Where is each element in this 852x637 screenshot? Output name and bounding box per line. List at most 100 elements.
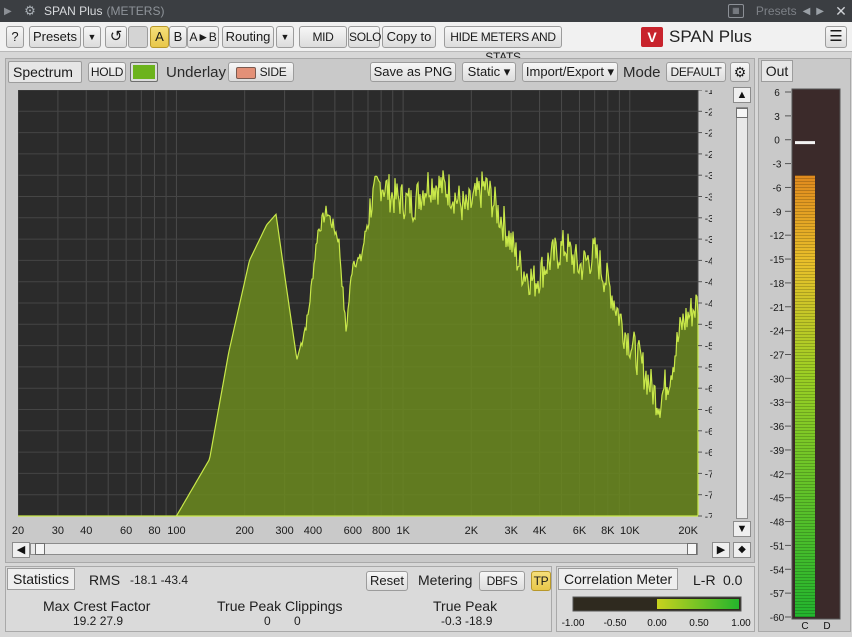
out-tick-label: -57 [770, 589, 785, 600]
db-tick-label: -39 [705, 235, 712, 246]
collapse-arrow-icon[interactable]: ▶ [4, 6, 18, 17]
vertical-scrollbar[interactable]: ▲ ▼ [733, 87, 751, 539]
mid-button[interactable]: MID [299, 26, 347, 48]
out-tick-label: -30 [770, 374, 785, 385]
out-tick-label: -3 [773, 160, 782, 171]
db-tick-label: -60 [705, 384, 712, 395]
correlation-fill [657, 599, 739, 609]
window-title: SPAN Plus [44, 4, 103, 18]
underlay-color-swatch[interactable] [130, 62, 158, 82]
b-button[interactable]: B [169, 26, 187, 48]
channel-d-label: D [823, 621, 830, 631]
output-level-meter: 6 3 0 -3 -6 -9 -12 -15 -18 -21 -24 -27 -30 -33 -36 -39 -… [770, 88, 841, 631]
save-png-button[interactable]: Save as PNG [370, 62, 456, 82]
spectrum-settings-gear-icon[interactable]: ⚙ [730, 62, 750, 82]
frequency-tick-label: 60 [120, 525, 132, 537]
frequency-tick-label: 400 [304, 525, 322, 537]
out-tick-label: -36 [770, 422, 785, 433]
horizontal-scroll-thumb-right[interactable] [687, 543, 697, 555]
scroll-up-icon[interactable]: ▲ [733, 87, 751, 103]
tab-correlation-meter[interactable]: Correlation Meter [558, 568, 679, 590]
frequency-tick-label: 4K [533, 525, 547, 537]
scroll-down-icon[interactable]: ▼ [733, 521, 751, 537]
db-tick-label: -27 [705, 150, 712, 161]
db-tick-label: -75 [705, 491, 712, 502]
out-tick-label: -39 [770, 446, 785, 457]
scroll-right-icon[interactable]: ▶ [712, 542, 730, 558]
db-tick-label: -72 [705, 469, 712, 480]
next-arrow-icon[interactable]: ▶ [816, 6, 824, 17]
a-button[interactable]: A [150, 26, 169, 48]
presets-button[interactable]: Presets [29, 26, 81, 48]
frequency-tick-label: 300 [275, 525, 293, 537]
routing-dropdown-button[interactable]: ▼ [276, 26, 294, 48]
out-meter-panel: Out 6 3 0 -3 -6 -9 -12 -15 -18 -21 -24 -27 -30 -33 -36… [758, 58, 851, 632]
presets-dropdown-button[interactable]: ▼ [83, 26, 101, 48]
side-color-chip [235, 66, 256, 79]
horizontal-scroll-track[interactable] [30, 543, 698, 555]
db-tick-label: -63 [705, 406, 712, 417]
toolbar: ? Presets ▼ ↺ A B A►B Routing ▼ MID SOLO… [0, 22, 852, 64]
frequency-tick-label: 20 [12, 525, 24, 537]
tab-spectrum[interactable]: Spectrum [8, 61, 82, 83]
zoom-fit-icon[interactable]: ◆ [733, 542, 751, 558]
out-tick-label: -45 [770, 494, 785, 505]
underlay-label: Underlay [166, 64, 227, 81]
routing-button[interactable]: Routing [222, 26, 274, 48]
hide-meters-button[interactable]: HIDE METERS AND STATS [444, 26, 562, 64]
db-tick-label: -69 [705, 448, 712, 459]
peak-hold-marker [795, 141, 815, 145]
help-button[interactable]: ? [6, 26, 24, 48]
keyboard-icon[interactable]: ▦ [727, 4, 744, 18]
gear-icon[interactable]: ⚙ [22, 3, 38, 19]
blank-button[interactable] [128, 26, 148, 48]
out-tick-label: -48 [770, 518, 785, 529]
title-bar: ▶ ⚙ SPAN Plus (METERS) ▦ Presets ◀ ▶ ✕ [0, 0, 852, 22]
copy-to-button[interactable]: Copy to [382, 26, 436, 48]
out-tick-label: -60 [770, 613, 785, 624]
spectrum-plot[interactable]: -18 -21 -24 -27 -30 -33 -36 -39 -42 -45 -48 -51 -54 -… [18, 90, 712, 518]
out-tick-label: 6 [774, 88, 780, 99]
import-export-dropdown[interactable]: Import/Export ▾ [522, 62, 618, 82]
frequency-tick-label: 8K [601, 525, 615, 537]
db-tick-label: -48 [705, 299, 712, 310]
out-tick-label: -18 [770, 279, 785, 290]
out-tick-label: -9 [773, 207, 782, 218]
solo-button[interactable]: SOLO [348, 26, 381, 48]
frequency-tick-label: 40 [80, 525, 92, 537]
reset-button[interactable]: Reset [366, 571, 408, 591]
spectrum-graph[interactable]: -18 -21 -24 -27 -30 -33 -36 -39 -42 -45 -48 -51 -54 -… [18, 90, 712, 518]
static-dropdown[interactable]: Static ▾ [462, 62, 516, 82]
undo-button[interactable]: ↺ [105, 26, 127, 48]
tab-out[interactable]: Out [761, 60, 793, 82]
db-tick-label: -66 [705, 427, 712, 438]
logo-text: SPAN Plus [669, 27, 752, 46]
scroll-left-icon[interactable]: ◀ [12, 542, 30, 558]
true-peak-values: -0.3 -18.9 [441, 614, 493, 628]
horizontal-scroll-thumb-left[interactable] [35, 543, 45, 555]
out-tick-label: -24 [770, 327, 785, 338]
correlation-tick-label: -0.50 [604, 618, 627, 629]
a-to-b-button[interactable]: A►B [187, 26, 219, 48]
menu-button[interactable]: ☰ [825, 26, 847, 48]
out-tick-label: -51 [770, 541, 785, 552]
correlation-value: 0.0 [723, 572, 743, 588]
frequency-tick-label: 3K [505, 525, 519, 537]
presets-label[interactable]: Presets [756, 4, 797, 18]
true-peak-toggle[interactable]: TP [531, 571, 551, 591]
vertical-scroll-thumb[interactable] [736, 108, 748, 118]
true-peak-label: True Peak [433, 598, 498, 614]
side-button[interactable]: SIDE [228, 62, 294, 82]
hold-button[interactable]: HOLD [88, 62, 126, 82]
max-crest-values: 19.2 27.9 [73, 614, 124, 628]
mode-label: Mode [623, 64, 661, 81]
db-tick-label: -18 [705, 90, 712, 97]
db-tick-label: -45 [705, 278, 712, 289]
out-tick-label: 3 [774, 112, 780, 123]
mode-selector[interactable]: DEFAULT [666, 62, 726, 82]
metering-mode-selector[interactable]: DBFS [479, 571, 525, 591]
close-icon[interactable]: ✕ [830, 3, 852, 20]
prev-arrow-icon[interactable]: ◀ [803, 6, 811, 17]
vertical-scroll-track[interactable] [736, 107, 748, 519]
tab-statistics[interactable]: Statistics [7, 568, 76, 590]
